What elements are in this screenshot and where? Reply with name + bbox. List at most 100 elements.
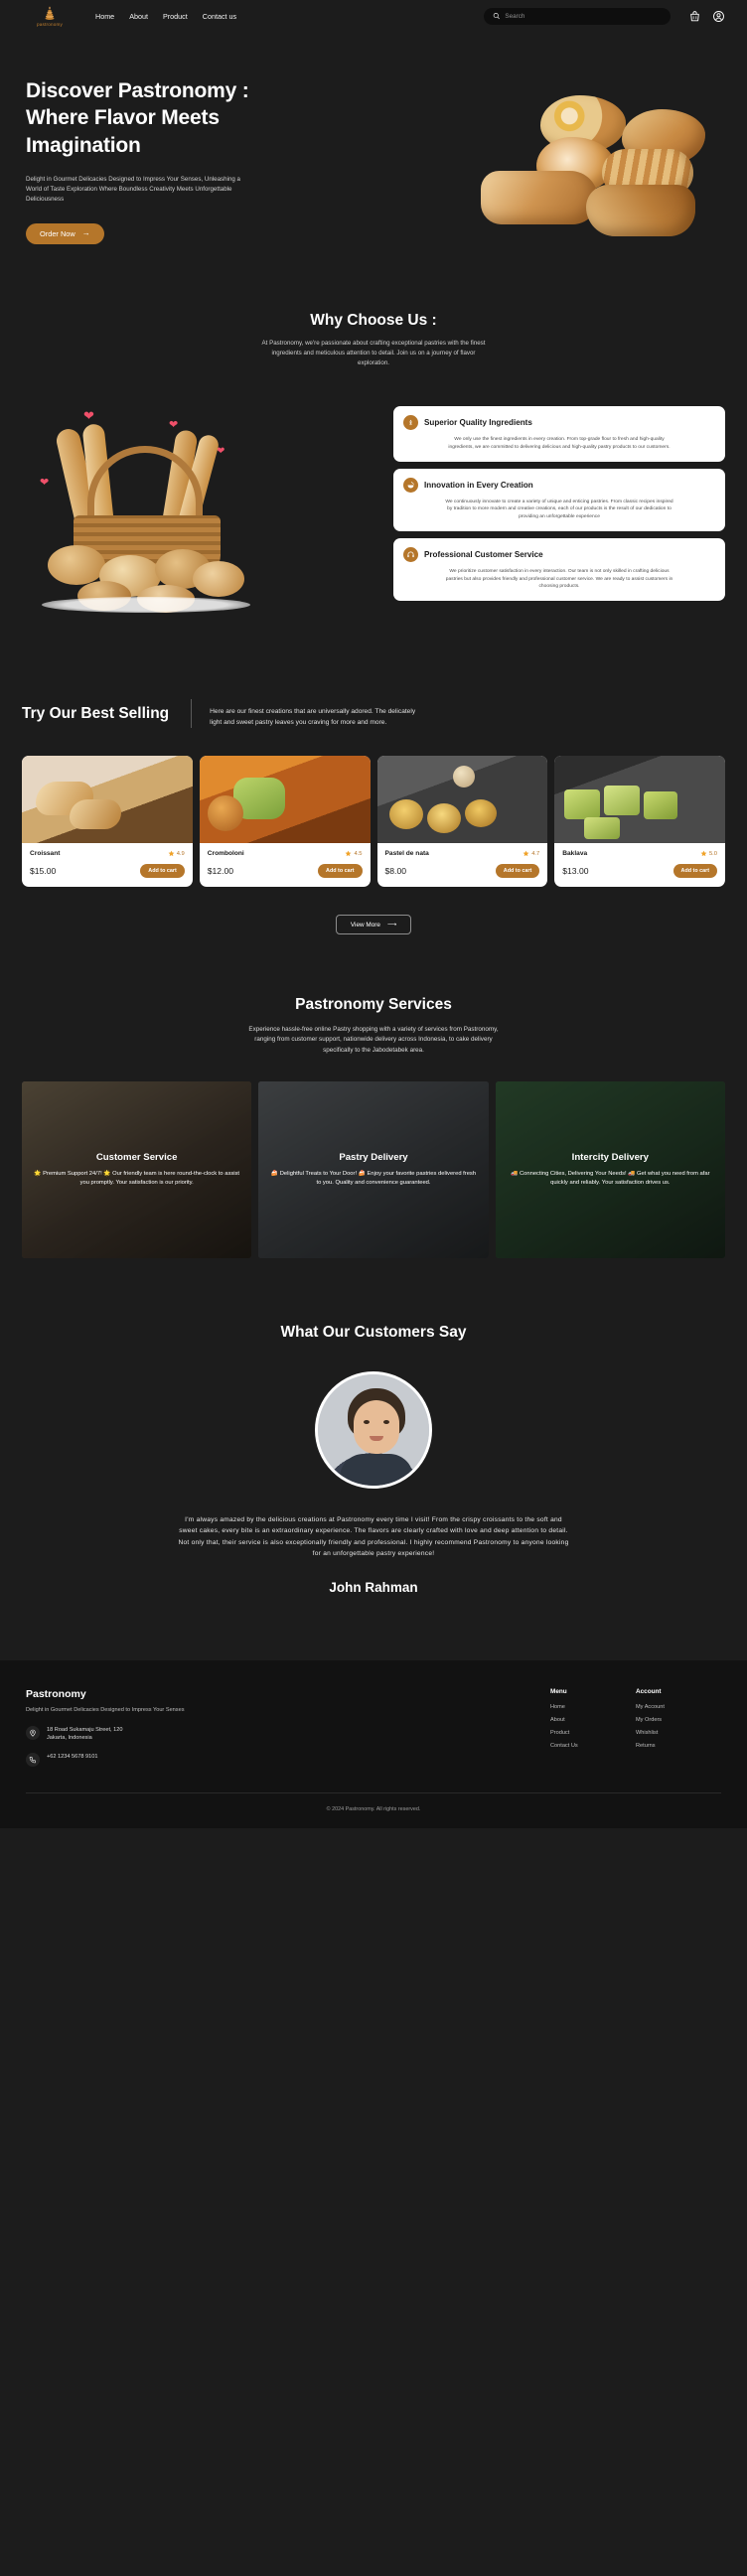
footer-link-whishlist[interactable]: Whishlist bbox=[636, 1730, 721, 1736]
service-card-body: 🍰 Delightful Treats to Your Door! 🍰 Enjo… bbox=[270, 1170, 477, 1186]
product-price: $15.00 bbox=[30, 866, 57, 877]
testimonial-quote: I'm always amazed by the delicious creat… bbox=[178, 1515, 569, 1558]
service-card-body: 🌟 Premium Support 24/7! 🌟 Our friendly t… bbox=[34, 1170, 240, 1186]
footer-copyright: © 2024 Pastronomy. All rights reserved. bbox=[26, 1791, 721, 1812]
arrow-right-icon: → bbox=[81, 228, 90, 238]
product-details: Pastel de nata 4.7 $8.00 Add to cart bbox=[377, 843, 548, 887]
heart-icon: ❤ bbox=[40, 477, 50, 490]
service-card-pastry-delivery[interactable]: Pastry Delivery 🍰 Delightful Treats to Y… bbox=[258, 1080, 489, 1258]
add-to-cart-button[interactable]: Add to cart bbox=[495, 864, 540, 879]
feature-cards-list: Superior Quality Ingredients We only use… bbox=[393, 400, 725, 602]
pastry-pain-au-chocolat bbox=[586, 185, 695, 236]
product-details: Croissant 4.9 $15.00 Add to cart bbox=[22, 843, 193, 887]
nav-link-about[interactable]: About bbox=[129, 12, 148, 21]
nav-link-contact-us[interactable]: Contact us bbox=[203, 12, 236, 21]
brand-logo[interactable]: pastronomy bbox=[22, 5, 77, 27]
footer-contact-list: 18 Road Sukamaju Street, 120 Jakarta, In… bbox=[26, 1725, 550, 1767]
add-to-cart-button[interactable]: Add to cart bbox=[318, 864, 363, 879]
hero-section: Discover Pastronomy : Where Flavor Meets… bbox=[0, 32, 747, 250]
footer-link-my-account[interactable]: My Account bbox=[636, 1704, 721, 1710]
heart-icon: ❤ bbox=[169, 419, 179, 432]
view-more-button[interactable]: View More ⟶ bbox=[335, 915, 412, 935]
feature-card-customer-service[interactable]: Professional Customer Service We priorit… bbox=[393, 537, 725, 602]
user-account-icon[interactable] bbox=[712, 10, 725, 23]
feature-card-title: Superior Quality Ingredients bbox=[424, 418, 532, 428]
star-icon bbox=[700, 850, 707, 857]
footer-brand-name: Pastronomy bbox=[26, 1687, 86, 1700]
shirt bbox=[340, 1453, 413, 1486]
footer: Pastronomy Delight in Gourmet Delicacies… bbox=[0, 1659, 747, 1828]
product-rating-value: 4.5 bbox=[354, 850, 363, 857]
wheat-grain-icon bbox=[403, 415, 418, 431]
footer-link-returns[interactable]: Returns bbox=[636, 1743, 721, 1749]
nav-link-home[interactable]: Home bbox=[95, 12, 114, 21]
feature-card-body: We only use the finest ingredients in ev… bbox=[448, 437, 671, 450]
vertical-divider bbox=[191, 699, 193, 729]
footer-link-home[interactable]: Home bbox=[550, 1704, 636, 1710]
search-icon bbox=[493, 13, 500, 20]
order-now-label: Order Now bbox=[40, 228, 75, 238]
best-selling-section: Try Our Best Selling Here are our finest… bbox=[0, 699, 747, 935]
hero-subtitle: Delight in Gourmet Delicacies Designed t… bbox=[26, 175, 240, 204]
nav-link-product[interactable]: Product bbox=[163, 12, 188, 21]
footer-tagline: Delight in Gourmet Delicacies Designed t… bbox=[26, 1706, 185, 1713]
search-bar[interactable] bbox=[484, 7, 671, 25]
product-card[interactable]: Cromboloni 4.5 $12.00 Add to cart bbox=[199, 756, 371, 888]
footer-link-about[interactable]: About bbox=[550, 1717, 636, 1723]
mixing-bowl-icon bbox=[403, 477, 418, 493]
order-now-button[interactable]: Order Now → bbox=[26, 222, 104, 244]
footer-link-contact-us[interactable]: Contact Us bbox=[550, 1743, 636, 1749]
bread-basket-image: ❤ ❤ ❤ ❤ bbox=[22, 400, 379, 634]
service-card-customer-service[interactable]: Customer Service 🌟 Premium Support 24/7!… bbox=[22, 1080, 252, 1258]
product-price: $8.00 bbox=[384, 866, 407, 877]
feature-card-body: We continuously innovate to create a var… bbox=[445, 499, 673, 520]
footer-link-product[interactable]: Product bbox=[550, 1730, 636, 1736]
hero-pastry-image bbox=[445, 93, 733, 242]
product-rating-value: 5.0 bbox=[708, 850, 717, 857]
shopping-bag-icon[interactable] bbox=[688, 10, 701, 23]
services-title: Pastronomy Services bbox=[295, 996, 452, 1014]
footer-address-line2: Jakarta, Indonesia bbox=[47, 1735, 92, 1742]
footer-link-my-orders[interactable]: My Orders bbox=[636, 1717, 721, 1723]
pastel-de-nata-photo bbox=[376, 756, 548, 844]
product-rating: 5.0 bbox=[700, 850, 717, 857]
add-to-cart-button[interactable]: Add to cart bbox=[140, 864, 185, 879]
product-details: Cromboloni 4.5 $12.00 Add to cart bbox=[200, 843, 371, 887]
product-card[interactable]: Pastel de nata 4.7 $8.00 Add to cart bbox=[376, 756, 548, 888]
cromboloni-photo bbox=[199, 756, 371, 844]
service-card-intercity-delivery[interactable]: Intercity Delivery 🚚 Connecting Cities, … bbox=[495, 1080, 725, 1258]
footer-account-heading: Account bbox=[636, 1687, 662, 1695]
product-rating: 4.7 bbox=[523, 850, 539, 857]
why-choose-us-body: ❤ ❤ ❤ ❤ Superior Quality Ingredients We … bbox=[22, 400, 725, 634]
location-pin-icon bbox=[26, 1725, 40, 1740]
product-rating: 4.9 bbox=[168, 850, 185, 857]
arrow-right-icon: ⟶ bbox=[386, 922, 397, 930]
plate bbox=[42, 597, 250, 614]
headset-support-icon bbox=[403, 546, 418, 562]
footer-address-line1: 18 Road Sukamaju Street, 120 bbox=[47, 1726, 123, 1733]
product-card[interactable]: Croissant 4.9 $15.00 Add to cart bbox=[22, 756, 193, 888]
feature-card-header: Innovation in Every Creation bbox=[403, 477, 715, 493]
top-navigation-bar: pastronomy Home About Product Contact us bbox=[0, 0, 747, 32]
bread-loaf bbox=[48, 545, 105, 586]
add-to-cart-button[interactable]: Add to cart bbox=[672, 864, 717, 879]
landing-page: pastronomy Home About Product Contact us bbox=[0, 0, 747, 1828]
customer-portrait-photo bbox=[315, 1370, 432, 1489]
star-icon bbox=[346, 850, 352, 857]
star-icon bbox=[523, 850, 529, 857]
footer-address: 18 Road Sukamaju Street, 120 Jakarta, In… bbox=[26, 1725, 550, 1743]
nav-action-icons bbox=[688, 10, 725, 23]
view-more-wrapper: View More ⟶ bbox=[22, 915, 725, 935]
services-section: Pastronomy Services Experience hassle-fr… bbox=[0, 996, 747, 1258]
service-card-title: Intercity Delivery bbox=[571, 1151, 649, 1163]
service-card-content: Intercity Delivery 🚚 Connecting Cities, … bbox=[496, 1152, 725, 1189]
feature-card-superior-quality[interactable]: Superior Quality Ingredients We only use… bbox=[393, 406, 725, 462]
product-details: Baklava 5.0 $13.00 Add to cart bbox=[554, 843, 725, 887]
feature-card-innovation[interactable]: Innovation in Every Creation We continuo… bbox=[393, 468, 725, 531]
footer-top: Pastronomy Delight in Gourmet Delicacies… bbox=[26, 1688, 721, 1767]
feature-card-body: We prioritize customer satisfaction in e… bbox=[445, 568, 673, 590]
face bbox=[354, 1399, 399, 1454]
product-card[interactable]: Baklava 5.0 $13.00 Add to cart bbox=[554, 756, 725, 888]
search-input[interactable] bbox=[505, 12, 662, 20]
services-grid: Customer Service 🌟 Premium Support 24/7!… bbox=[22, 1080, 725, 1258]
